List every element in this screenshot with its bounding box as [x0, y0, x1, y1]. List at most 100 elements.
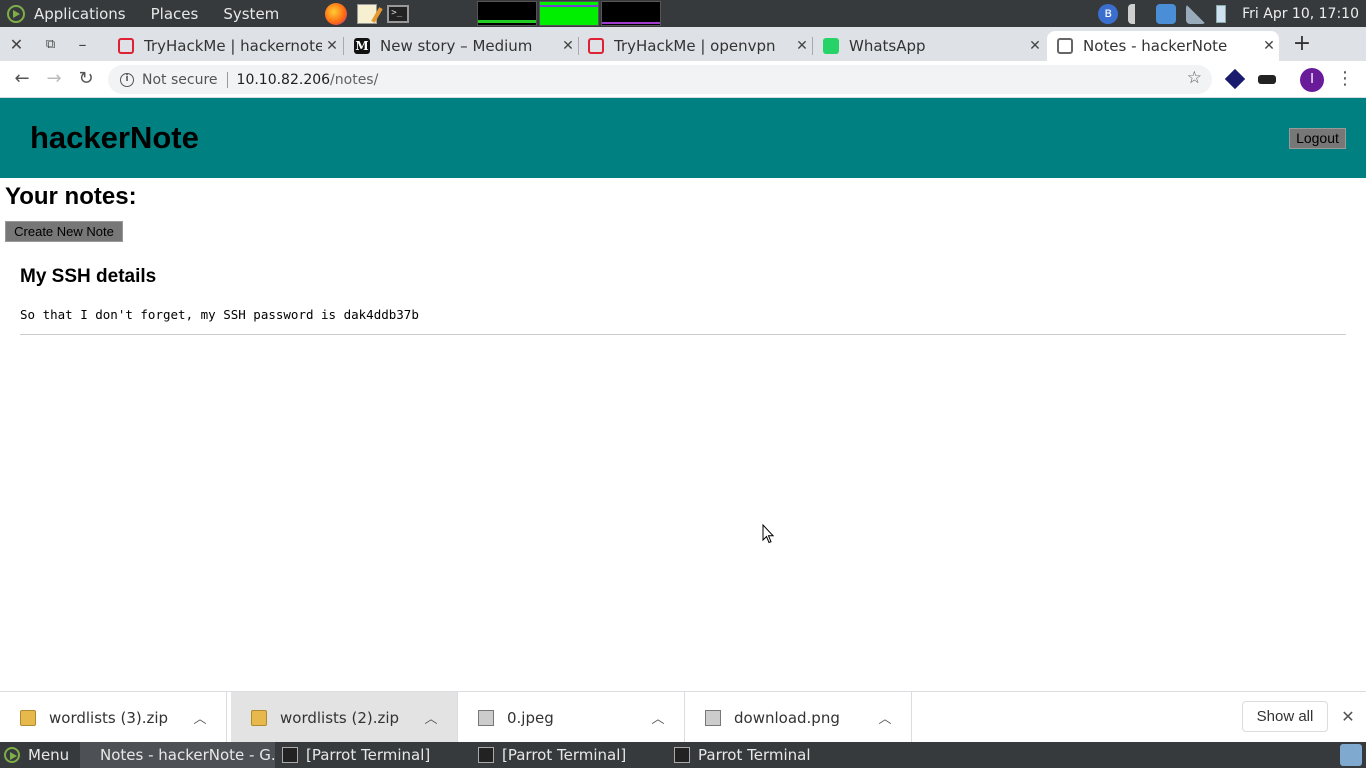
browser-tab-strip: ✕ ⧉ – TryHackMe | hackernote ✕ M New sto…	[0, 27, 1366, 61]
tab-title: Notes - hackerNote	[1083, 37, 1228, 55]
menu-system[interactable]: System	[223, 5, 279, 23]
terminal-icon	[282, 747, 298, 763]
chevron-up-icon[interactable]: ︿	[188, 708, 212, 727]
note-title: My SSH details	[20, 266, 157, 287]
system-tray: ʙ Fri Apr 10, 17:10	[1098, 0, 1366, 27]
taskbar-task[interactable]: [Parrot Terminal]	[276, 742, 471, 768]
taskbar-task[interactable]: Parrot Terminal	[668, 742, 863, 768]
tab-notes-hackernote[interactable]: Notes - hackerNote ✕	[1047, 31, 1279, 61]
download-item[interactable]: wordlists (2).zip ︿	[231, 692, 458, 743]
terminal-icon	[674, 747, 690, 763]
image-icon	[478, 709, 494, 726]
url-path[interactable]: /notes/	[330, 72, 378, 88]
taskbar-task[interactable]: [Parrot Terminal]	[472, 742, 667, 768]
forward-icon[interactable]: →	[42, 67, 66, 91]
incognito-extension-icon[interactable]	[1258, 75, 1276, 84]
tab-tryhackme-openvpn[interactable]: TryHackMe | openvpn ✕	[578, 31, 812, 61]
download-item[interactable]: download.png ︿	[685, 692, 912, 743]
note-divider	[20, 334, 1346, 335]
back-icon[interactable]: ←	[10, 67, 34, 91]
security-label[interactable]: Not secure	[142, 72, 218, 88]
create-note-button[interactable]: Create New Note	[5, 221, 123, 242]
tab-close-icon[interactable]: ✕	[322, 38, 342, 54]
info-icon[interactable]: i	[120, 72, 134, 87]
signal-icon[interactable]	[1186, 3, 1207, 24]
taskbar-menu-label: Menu	[28, 746, 70, 764]
download-shelf: wordlists (3).zip ︿ wordlists (2).zip ︿ …	[0, 691, 1366, 743]
tab-medium[interactable]: M New story – Medium ✕	[344, 31, 578, 61]
taskbar-menu-button[interactable]: Menu	[0, 742, 69, 768]
menu-places[interactable]: Places	[151, 5, 199, 23]
profile-avatar[interactable]: I	[1300, 68, 1324, 92]
address-bar[interactable]: i Not secure 10.10.82.206 /notes/ ☆	[108, 65, 1212, 94]
tab-title: TryHackMe | hackernote	[144, 37, 322, 55]
bluetooth-icon[interactable]: ʙ	[1098, 3, 1119, 24]
workspace-switcher-icon[interactable]	[1340, 744, 1362, 766]
parrot-logo-icon	[4, 747, 20, 763]
system-monitors	[477, 1, 662, 26]
system-top-panel: Applications Places System >_ ʙ Fri Apr …	[0, 0, 1366, 27]
close-window-icon[interactable]: ✕	[0, 27, 33, 61]
minimize-window-icon[interactable]: –	[66, 27, 99, 61]
globe-icon	[1057, 38, 1073, 54]
download-filename: wordlists (3).zip	[49, 708, 169, 727]
tab-whatsapp[interactable]: WhatsApp ✕	[813, 31, 1045, 61]
tryhackme-icon	[118, 38, 134, 54]
chevron-up-icon[interactable]: ︿	[873, 708, 897, 727]
network-monitor	[601, 1, 662, 26]
taskbar-task-label: Notes - hackerNote - G...	[100, 746, 275, 764]
close-icon[interactable]: ✕	[1339, 706, 1357, 728]
tab-close-icon[interactable]: ✕	[558, 38, 578, 54]
tab-close-icon[interactable]: ✕	[792, 38, 812, 54]
network-icon[interactable]	[1156, 3, 1177, 24]
tab-tryhackme-hackernote[interactable]: TryHackMe | hackernote ✕	[108, 31, 342, 61]
site-title: hackerNote	[30, 120, 199, 155]
firefox-icon[interactable]	[325, 2, 348, 25]
battery-icon[interactable]	[1216, 4, 1227, 23]
download-item[interactable]: 0.jpeg ︿	[458, 692, 685, 743]
clock[interactable]: Fri Apr 10, 17:10	[1242, 6, 1359, 22]
new-tab-icon[interactable]: +	[1290, 33, 1314, 57]
taskbar-task-label: [Parrot Terminal]	[306, 746, 431, 764]
note-body: So that I don't forget, my SSH password …	[20, 307, 419, 322]
launchers: >_	[325, 2, 410, 25]
reload-icon[interactable]: ↻	[74, 67, 98, 91]
zip-icon	[251, 709, 267, 726]
more-menu-icon[interactable]: ⋮	[1336, 67, 1354, 91]
chrome-icon	[86, 747, 92, 763]
terminal-icon	[478, 747, 494, 763]
taskbar-task[interactable]: Notes - hackerNote - G...	[80, 742, 275, 768]
terminal-launcher-icon[interactable]: >_	[387, 4, 410, 23]
restore-window-icon[interactable]: ⧉	[34, 27, 67, 61]
chevron-up-icon[interactable]: ︿	[419, 708, 443, 727]
whatsapp-icon	[823, 38, 839, 54]
page-title: Your notes:	[5, 183, 137, 210]
address-divider	[226, 71, 228, 88]
note-card: My SSH details So that I don't forget, m…	[20, 266, 1346, 335]
bottom-taskbar: Menu Notes - hackerNote - G... [Parrot T…	[0, 742, 1366, 768]
download-filename: wordlists (2).zip	[280, 708, 400, 727]
zip-icon	[20, 709, 36, 726]
extension-icon[interactable]	[1224, 68, 1246, 90]
show-all-downloads-button[interactable]: Show all	[1242, 701, 1328, 732]
download-filename: download.png	[734, 708, 840, 727]
tab-title: WhatsApp	[849, 37, 926, 55]
url-host[interactable]: 10.10.82.206	[237, 72, 331, 88]
tab-close-icon[interactable]: ✕	[1259, 38, 1279, 54]
parrot-logo-icon[interactable]	[7, 4, 25, 23]
taskbar-task-label: [Parrot Terminal]	[502, 746, 627, 764]
tab-close-icon[interactable]: ✕	[1025, 38, 1045, 54]
taskbar-task-label: Parrot Terminal	[698, 746, 811, 764]
site-header: hackerNote Logout	[0, 98, 1366, 178]
memory-monitor	[539, 1, 600, 26]
download-item[interactable]: wordlists (3).zip ︿	[0, 692, 227, 743]
tab-title: TryHackMe | openvpn	[614, 37, 776, 55]
logout-button[interactable]: Logout	[1289, 128, 1346, 149]
menu-applications[interactable]: Applications	[34, 5, 126, 23]
text-editor-icon[interactable]	[357, 3, 378, 24]
bookmark-star-icon[interactable]: ☆	[1187, 68, 1202, 88]
tab-title: New story – Medium	[380, 37, 533, 55]
volume-icon[interactable]	[1128, 3, 1146, 24]
chevron-up-icon[interactable]: ︿	[646, 708, 670, 727]
medium-icon: M	[354, 38, 370, 54]
